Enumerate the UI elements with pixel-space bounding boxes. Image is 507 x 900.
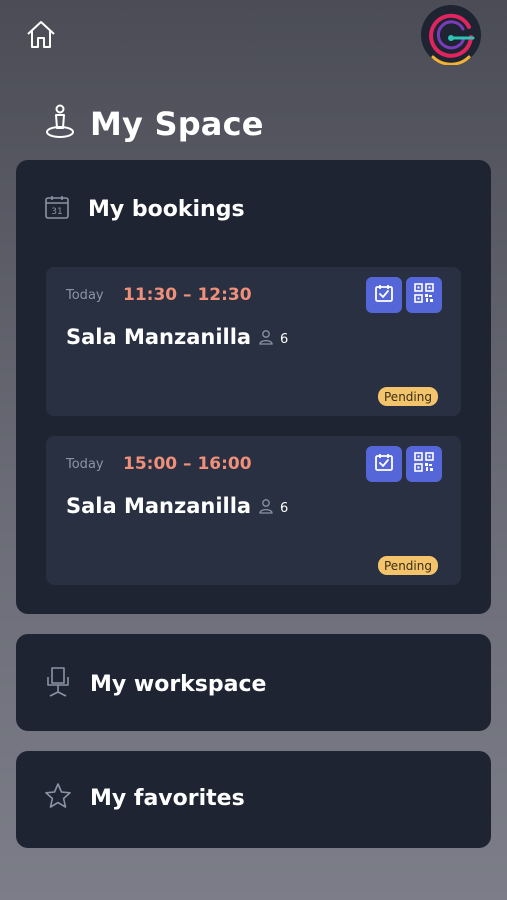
bookings-panel: 31 My bookings Today 11:30 – 12:30 Sala … (16, 160, 491, 614)
booking-day: Today (66, 457, 104, 472)
qr-code-icon (414, 452, 434, 476)
qr-code-button[interactable] (406, 446, 442, 482)
person-icon (258, 329, 274, 349)
qr-code-button[interactable] (406, 277, 442, 313)
app-logo-icon (422, 6, 480, 65)
booking-card[interactable]: Today 11:30 – 12:30 Sala Manzanilla 6 Pe… (46, 267, 461, 416)
home-icon (24, 18, 58, 56)
calendar-icon: 31 (44, 194, 70, 224)
avatar[interactable] (421, 5, 481, 65)
booking-time: 15:00 – 16:00 (123, 454, 252, 474)
booking-capacity: 6 (258, 498, 288, 518)
booking-time: 11:30 – 12:30 (123, 285, 252, 305)
booking-actions (366, 277, 442, 313)
qr-code-icon (414, 283, 434, 307)
page-header: My Space (44, 102, 264, 146)
person-pin-icon (44, 104, 76, 144)
check-in-button[interactable] (366, 277, 402, 313)
favorites-title: My favorites (90, 785, 245, 811)
status-badge: Pending (378, 556, 438, 575)
workspace-title: My workspace (90, 671, 267, 697)
calendar-check-icon (374, 452, 394, 476)
workspace-header: My workspace (44, 665, 266, 703)
capacity-count: 6 (280, 500, 289, 516)
booking-actions (366, 446, 442, 482)
booking-capacity: 6 (258, 329, 288, 349)
star-icon (44, 782, 72, 814)
booking-card[interactable]: Today 15:00 – 16:00 Sala Manzanilla 6 Pe… (46, 436, 461, 585)
check-in-button[interactable] (366, 446, 402, 482)
svg-text:31: 31 (51, 207, 62, 217)
home-button[interactable] (24, 20, 58, 54)
bookings-title: My bookings (88, 196, 245, 222)
office-chair-icon (44, 665, 72, 703)
bookings-header[interactable]: 31 My bookings (44, 194, 245, 224)
person-icon (258, 498, 274, 518)
capacity-count: 6 (280, 331, 289, 347)
favorites-panel[interactable]: My favorites (16, 751, 491, 848)
favorites-header: My favorites (44, 782, 245, 814)
workspace-panel[interactable]: My workspace (16, 634, 491, 731)
booking-room: Sala Manzanilla (66, 494, 252, 518)
status-badge: Pending (378, 387, 438, 406)
calendar-check-icon (374, 283, 394, 307)
booking-day: Today (66, 288, 104, 303)
page-title: My Space (90, 105, 264, 143)
booking-room: Sala Manzanilla (66, 325, 252, 349)
